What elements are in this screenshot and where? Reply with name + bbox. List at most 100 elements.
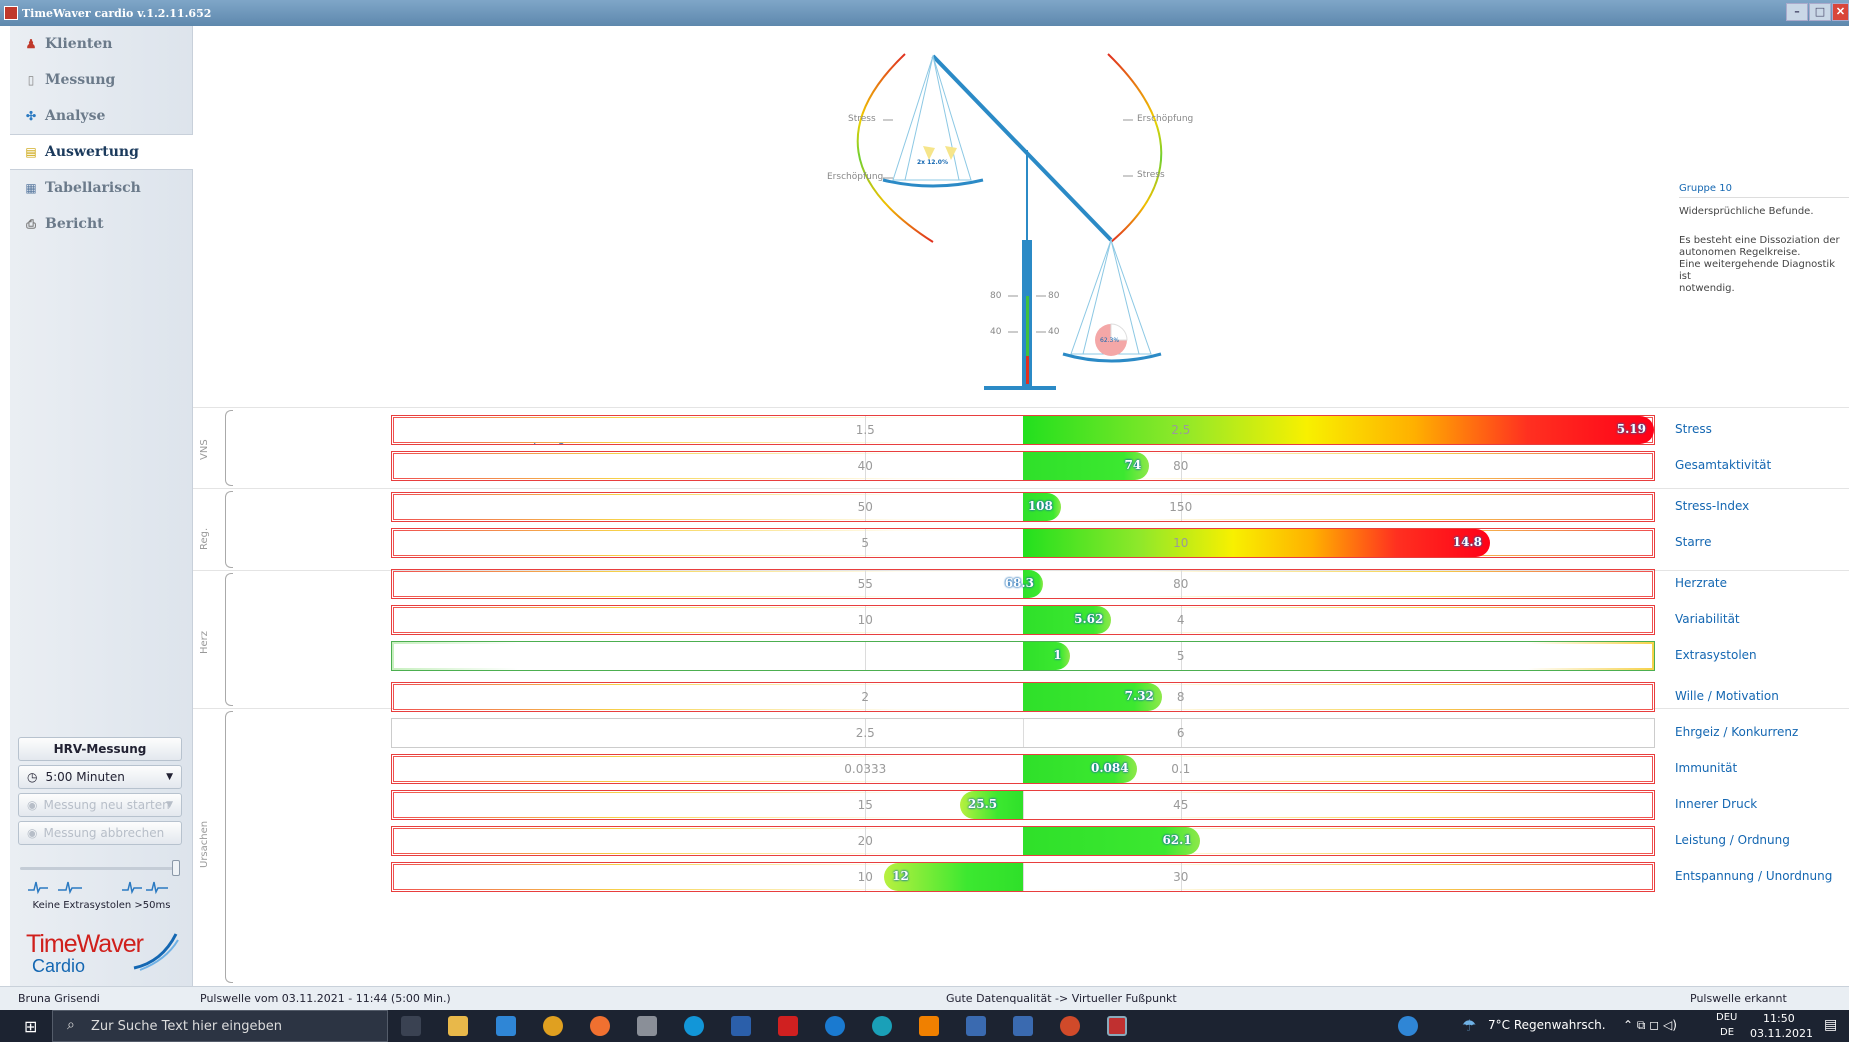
row-value: 14.8 (1452, 535, 1482, 549)
nav-item-tabellarisch[interactable]: ▦ Tabellarisch (10, 170, 193, 206)
evaluation-icon: ▤ (25, 145, 37, 159)
finding-text-line: notwendig. (1679, 283, 1735, 294)
weather-text[interactable]: 7°C Regenwahrsch. (1488, 1018, 1606, 1032)
group-separator (193, 488, 1849, 489)
task-view-icon[interactable] (401, 1016, 421, 1036)
clock-time[interactable]: 11:50 (1763, 1012, 1795, 1025)
parameter-row: SI50150108Stress-Index (193, 490, 1849, 524)
tick-label: 10 (1173, 536, 1189, 550)
row-interpretation: Starre (1675, 535, 1712, 549)
logo-cardio: Cardio (32, 956, 86, 976)
row-bar: 10 4 5.62 (391, 605, 1655, 635)
parameter-row: VLF2062.1Leistung / Ordnung (193, 824, 1849, 858)
timewaver-taskbar-icon[interactable] (1107, 1016, 1127, 1036)
language-bottom[interactable]: DE (1720, 1027, 1734, 1038)
balance-diagram (856, 53, 1163, 390)
weather-icon: ☂ (1462, 1016, 1477, 1035)
tick-label: 80 (1173, 459, 1189, 473)
row-value: 62.1 (1162, 833, 1192, 847)
finding-group: Gruppe 10 (1679, 183, 1849, 198)
parameter-row: VLF / HFErschöpfung1.52.55.19Stress (193, 413, 1849, 447)
camera-icon[interactable] (637, 1016, 657, 1036)
logo-timewaver: TimeWaver (26, 930, 144, 958)
chrome-icon[interactable] (543, 1016, 563, 1036)
powerpoint-icon[interactable] (1060, 1016, 1080, 1036)
nav-item-bericht[interactable]: ⎙ Bericht (10, 206, 193, 242)
parameter-row: 1/HF0.03330.10.084Immunität (193, 752, 1849, 786)
duration-select[interactable]: ◷ 5:00 Minuten ▼ (18, 765, 182, 789)
mail-icon[interactable] (496, 1016, 516, 1036)
slider-handle[interactable] (172, 860, 180, 876)
group-separator (193, 407, 1849, 408)
taskbar-search[interactable]: ⌕ Zur Suche Text hier eingeben (52, 1010, 388, 1042)
status-pulse: Pulswelle vom 03.11.2021 - 11:44 (5:00 M… (200, 992, 451, 1005)
duration-value: 5:00 Minuten (45, 770, 125, 784)
left-stress-label: Stress (848, 114, 876, 124)
help-icon[interactable] (1398, 1016, 1418, 1036)
nav-item-messung[interactable]: ▯ Messung (10, 62, 193, 98)
finding-panel: Gruppe 10 Widersprüchliche Befunde. Es b… (1679, 183, 1849, 295)
notification-icon[interactable]: ▤ (1824, 1017, 1837, 1033)
clipboard-icon: ▯ (27, 73, 35, 87)
maximize-button[interactable]: □ (1809, 3, 1831, 21)
row-value: 12 (892, 869, 909, 883)
tick-label: 8 (1176, 690, 1185, 704)
hrv-measurement-button[interactable]: HRV-Messung (18, 737, 182, 761)
row-bar: 55 80 68.3 (391, 569, 1655, 599)
scale-tick-right-40: 40 (1048, 327, 1060, 337)
windows-start-icon[interactable]: ⊞ (24, 1017, 37, 1036)
stop-icon: ◉ (27, 826, 38, 840)
tray-icons[interactable]: ⌃ ⧉ ◻ ◁) (1623, 1018, 1677, 1033)
finding-text-line: autonomen Regelkreise. (1679, 247, 1801, 258)
printer-icon: ⎙ (26, 217, 36, 231)
tick-label: 5 (1176, 649, 1185, 663)
row-value: 108 (1027, 499, 1053, 513)
firefox-icon[interactable] (590, 1016, 610, 1036)
minimize-button[interactable]: – (1786, 3, 1808, 21)
search-placeholder: Zur Suche Text hier eingeben (91, 1018, 282, 1034)
acrobat-icon[interactable] (778, 1016, 798, 1036)
tick-label: 0.1 (1171, 762, 1191, 776)
search-icon: ⌕ (67, 1017, 75, 1033)
row-bar: 1.5 2.5 5.19 (391, 415, 1655, 445)
row-bar: 51 (391, 641, 1655, 671)
nav-item-klienten[interactable]: ♟ Klienten (10, 26, 193, 62)
status-detected: Pulswelle erkannt (1690, 992, 1787, 1005)
center-line (1023, 863, 1024, 891)
pen-app-icon[interactable] (966, 1016, 986, 1036)
row-bar: 2.5 6 (391, 718, 1655, 748)
row-interpretation: Stress-Index (1675, 499, 1750, 513)
language-top[interactable]: DEU (1716, 1012, 1737, 1023)
nav-label: Auswertung (45, 144, 139, 160)
right-stress-label: Stress (1137, 170, 1165, 180)
tick-label: 40 (857, 459, 873, 473)
center-line (1023, 719, 1024, 747)
nav-item-auswertung[interactable]: ▤ Auswertung (10, 134, 193, 170)
restart-measurement-button[interactable]: ◉ Messung neu starten ▼ (18, 793, 182, 817)
row-interpretation: Immunität (1675, 761, 1738, 775)
close-button[interactable]: ✕ (1832, 3, 1849, 21)
nav-label: Analyse (45, 108, 106, 124)
title-bar: TimeWaver cardio v.1.2.11.652 – □ ✕ (0, 0, 1849, 26)
clock-date[interactable]: 03.11.2021 (1750, 1027, 1813, 1040)
ecg-wave-icon (28, 881, 168, 895)
value-fill (1023, 642, 1070, 670)
teamviewer-icon[interactable] (825, 1016, 845, 1036)
vlc-icon[interactable] (919, 1016, 939, 1036)
tick-label: 80 (1173, 577, 1189, 591)
status-quality: Gute Datenqualität -> Virtueller Fußpunk… (946, 992, 1177, 1005)
parameter-row: ULF2.56Ehrgeiz / Konkurrenz (193, 716, 1849, 750)
finding-text-line: Es besteht eine Dissoziation der (1679, 235, 1840, 246)
row-value: 5.19 (1616, 422, 1646, 436)
skype-icon[interactable] (684, 1016, 704, 1036)
nav-item-analyse[interactable]: ✣ Analyse (10, 98, 193, 134)
tick-label: 2.5 (855, 726, 875, 740)
row-bar: 20 62.1 (391, 826, 1655, 856)
right-pie-value: 62.3% (1100, 337, 1120, 344)
cancel-measurement-button[interactable]: ◉ Messung abbrechen (18, 821, 182, 845)
edge-icon[interactable] (872, 1016, 892, 1036)
word-icon[interactable] (731, 1016, 751, 1036)
client-icon: ♟ (25, 37, 37, 51)
pen-app-icon[interactable] (1013, 1016, 1033, 1036)
file-explorer-icon[interactable] (448, 1016, 468, 1036)
